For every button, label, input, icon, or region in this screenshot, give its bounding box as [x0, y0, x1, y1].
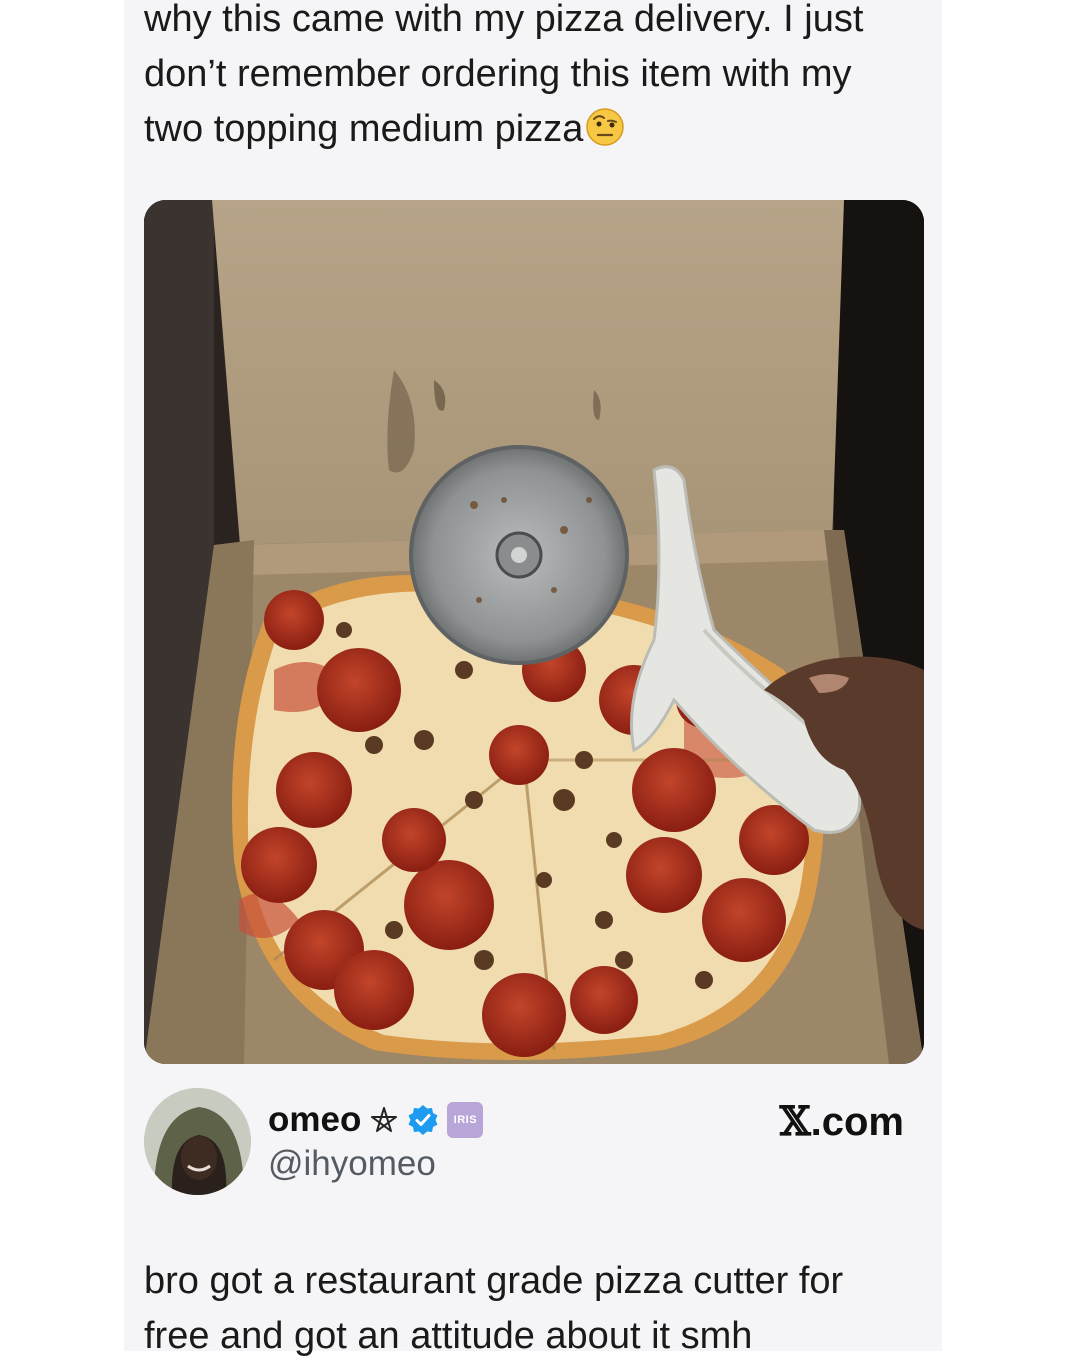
- name-row: omeo IRIS: [268, 1096, 484, 1144]
- site-label[interactable]: 𝕏.com: [780, 1098, 904, 1145]
- avatar-image: [144, 1088, 251, 1195]
- raised-eyebrow-emoji-icon: [586, 108, 625, 146]
- iris-badge: IRIS: [447, 1102, 484, 1138]
- author-block: omeo IRIS @ihyomeo 𝕏.com: [144, 1088, 924, 1198]
- post-photo[interactable]: [144, 200, 924, 1064]
- reply-text: bro got a restaurant grade pizza cutter …: [144, 1254, 934, 1364]
- post-text: why this came with my pizza delivery. I …: [144, 0, 934, 157]
- x-logo-icon: 𝕏: [779, 1098, 811, 1145]
- post-text-line: why this came with my pizza delivery. I …: [144, 0, 864, 40]
- avatar[interactable]: [144, 1088, 251, 1195]
- display-name[interactable]: omeo: [268, 1100, 361, 1140]
- pizza-photo-image: [144, 200, 924, 1064]
- post-text-line: two topping medium pizza: [144, 102, 934, 157]
- reply-text-line: bro got a restaurant grade pizza cutter …: [144, 1260, 844, 1302]
- iris-badge-label: IRIS: [453, 1114, 478, 1126]
- verified-badge-icon: [408, 1105, 438, 1135]
- site-label-suffix: .com: [810, 1100, 904, 1144]
- reply-text-line: free and got an attitude about it smh: [144, 1315, 753, 1357]
- author-handle[interactable]: @ihyomeo: [268, 1144, 436, 1184]
- pentagram-icon: [371, 1107, 398, 1132]
- post-text-line: don’t remember ordering this item with m…: [144, 53, 852, 95]
- post-text-line-content: two topping medium pizza: [144, 108, 584, 150]
